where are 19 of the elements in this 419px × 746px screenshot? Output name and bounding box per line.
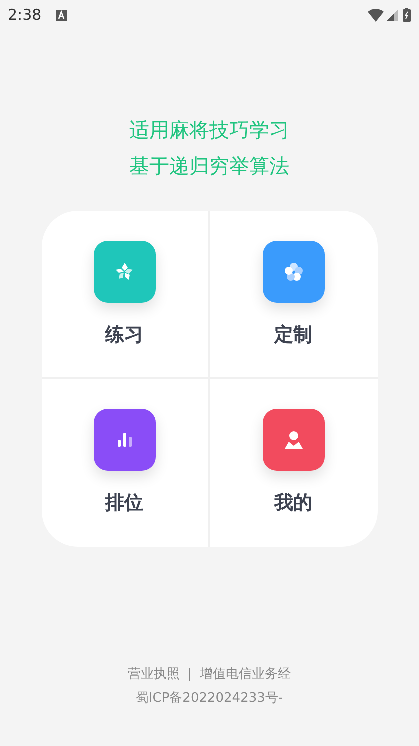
headline-text: 适用麻将技巧学习 <box>130 117 290 144</box>
wifi-icon <box>368 8 384 22</box>
menu-label: 排位 <box>106 491 144 516</box>
menu-tile[interactable]: 我的 <box>210 379 378 547</box>
status-time: 2:38 <box>8 4 42 26</box>
notification-icon <box>56 10 67 20</box>
menu-tile[interactable]: 排位 <box>42 379 210 547</box>
battery-icon <box>403 8 411 22</box>
headline-text: 基于递归穷举算法 <box>130 153 290 180</box>
menu-label: 定制 <box>274 323 312 348</box>
flower-icon <box>282 261 304 283</box>
star-icon <box>114 261 136 283</box>
menu-label: 我的 <box>274 491 312 516</box>
menu-tile[interactable]: 定制 <box>210 211 378 379</box>
menu-label: 练习 <box>106 323 144 348</box>
separator: | <box>188 666 192 684</box>
menu-tile[interactable]: 练习 <box>42 211 210 379</box>
user-icon <box>282 429 304 451</box>
signal-icon <box>387 10 398 20</box>
